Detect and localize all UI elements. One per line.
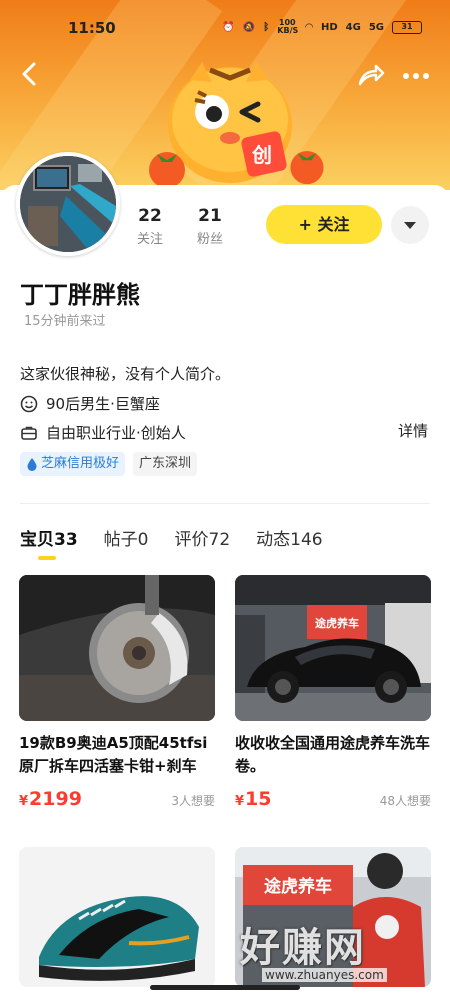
credit-tag-label: 芝麻信用极好: [41, 456, 120, 471]
network-speed: 100 KB/S: [277, 18, 299, 35]
product-price: ¥15: [235, 788, 272, 810]
tab-indicator: [38, 556, 56, 560]
age-zodiac: 90后男生·巨蟹座: [46, 395, 160, 413]
tab-posts-count: 0: [137, 530, 149, 550]
shop-sign-text: 途虎养车: [315, 616, 359, 630]
following-label: 关注: [136, 232, 163, 247]
share-icon: [358, 64, 385, 86]
shop-sign-text: 途虎养车: [264, 876, 332, 897]
following-stat[interactable]: 22 关注: [130, 206, 170, 247]
credit-tag[interactable]: 芝麻信用极好: [20, 452, 126, 476]
battery-icon: 31: [392, 20, 422, 34]
sneakers-photo: [19, 847, 215, 987]
product-price-row: ¥2199 3人想要: [19, 788, 215, 810]
follow-button[interactable]: + 关注: [266, 205, 382, 244]
product-image: [19, 575, 215, 721]
price-currency: ¥: [235, 794, 245, 809]
more-button[interactable]: [398, 60, 434, 92]
tab-items-count: 33: [54, 530, 78, 550]
price-value: 2199: [29, 788, 82, 810]
status-icons: ⏰ 🔕 ᛒ 100 KB/S ◠ HD 4G 5G 31: [222, 19, 422, 35]
status-bar: 11:50 ⏰ 🔕 ᛒ 100 KB/S ◠ HD 4G 5G 31: [0, 0, 450, 60]
share-button[interactable]: [354, 60, 386, 92]
tab-reviews[interactable]: 评价72: [175, 525, 231, 550]
tab-posts-label: 帖子: [103, 530, 138, 550]
following-count: 22: [138, 206, 162, 226]
briefcase-icon: [21, 426, 37, 440]
wifi-icon: ◠: [305, 21, 313, 33]
hd-icon: HD: [320, 21, 338, 33]
smiley-icon: [20, 395, 38, 412]
content-tabs: 宝贝33 帖子0 评价72 动态146: [20, 525, 349, 550]
product-card[interactable]: [19, 847, 215, 987]
occupation-row: 自由职业行业·创始人: [20, 422, 186, 443]
signal-b: 5G: [368, 21, 384, 33]
chevron-left-icon: [22, 62, 36, 86]
brake-caliper-photo: [19, 575, 215, 721]
black-porsche-photo: 途虎养车: [235, 575, 431, 721]
followers-count: 21: [198, 206, 222, 226]
occupation: 自由职业行业·创始人: [46, 424, 186, 442]
profile-tags: 芝麻信用极好 广东深圳: [20, 452, 198, 476]
location-tag-label: 广东深圳: [139, 456, 192, 471]
product-title: 收收收全国通用途虎养车洗车卷。: [235, 734, 431, 775]
price-currency: ¥: [19, 794, 29, 809]
product-wants: 48人想要: [379, 794, 431, 808]
tab-items-label: 宝贝: [20, 530, 54, 550]
tab-items[interactable]: 宝贝33: [20, 525, 78, 550]
tab-reviews-count: 72: [208, 530, 231, 550]
age-zodiac-row: 90后男生·巨蟹座: [20, 393, 160, 414]
chevron-down-icon: [404, 222, 416, 229]
avatar-photo: [20, 156, 116, 252]
price-value: 15: [245, 788, 272, 810]
watermark-url: www.zhuanyes.com: [262, 968, 387, 982]
persimmon-icon: [149, 152, 185, 188]
product-price: ¥2199: [19, 788, 82, 810]
mascot-badge-text: 创: [251, 143, 272, 167]
signal-a: 4G: [345, 21, 361, 33]
tab-activity-label: 动态: [256, 530, 291, 550]
status-time: 11:50: [68, 19, 116, 37]
product-wants: 3人想要: [171, 794, 215, 808]
product-image: 途虎养车: [235, 575, 431, 721]
tab-activity[interactable]: 动态146: [256, 525, 322, 550]
followers-stat[interactable]: 21 粉丝: [190, 206, 230, 247]
persimmon-icon: [290, 151, 324, 185]
follow-options-button[interactable]: [391, 206, 429, 244]
more-dots-icon: [403, 73, 429, 79]
avatar[interactable]: [16, 152, 120, 256]
tab-posts[interactable]: 帖子0: [104, 525, 149, 550]
followers-label: 粉丝: [196, 232, 223, 247]
home-indicator[interactable]: [150, 985, 300, 990]
product-price-row: ¥15 48人想要: [235, 788, 431, 810]
product-image: [19, 847, 215, 987]
divider: [20, 503, 430, 504]
tab-activity-count: 146: [290, 530, 323, 550]
product-card[interactable]: 19款B9奥迪A5顶配45tfsi原厂拆车四活塞卡钳+刹车 ¥2199 3人想要: [19, 575, 215, 810]
product-title: 19款B9奥迪A5顶配45tfsi原厂拆车四活塞卡钳+刹车: [19, 734, 208, 775]
water-drop-icon: [27, 458, 37, 471]
username: 丁丁胖胖熊: [20, 281, 140, 309]
details-link[interactable]: 详情: [398, 420, 428, 441]
bio: 这家伙很神秘，没有个人简介。: [20, 365, 231, 383]
tab-reviews-label: 评价: [174, 530, 209, 550]
back-button[interactable]: [14, 58, 46, 90]
last-seen: 15分钟前来过: [24, 314, 106, 329]
bluetooth-icon: ᛒ: [263, 21, 270, 33]
watermark-logo: 好赚网: [240, 925, 366, 971]
location-tag: 广东深圳: [133, 452, 198, 476]
product-card[interactable]: 途虎养车 收收收全国通用途虎养车洗车卷。 ¥15 48人想要: [235, 575, 431, 810]
alarm-icon: ⏰: [222, 21, 235, 33]
mute-icon: 🔕: [242, 21, 256, 33]
